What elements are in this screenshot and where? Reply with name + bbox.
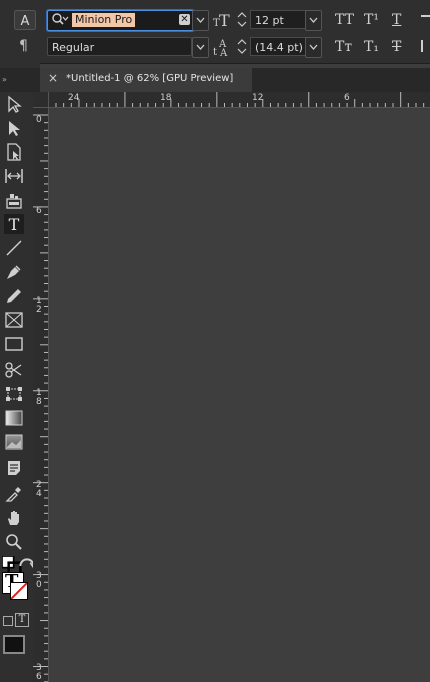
apply-container-icon[interactable] [3, 616, 13, 626]
ruler-label: 3 0 [36, 571, 42, 590]
font-style-dropdown-button[interactable] [192, 37, 209, 58]
default-colors-icon[interactable] [1, 555, 22, 576]
ruler-label: 12 [252, 93, 264, 103]
gradient-feather-tool-icon[interactable] [4, 432, 24, 452]
line-tool-icon[interactable] [4, 238, 24, 258]
ruler-label: 2 4 [36, 480, 42, 499]
font-family-value[interactable]: Minion Pro [72, 13, 136, 27]
content-collector-icon[interactable] [4, 190, 24, 210]
note-tool-icon[interactable] [4, 458, 24, 478]
ruler-origin[interactable] [33, 92, 49, 108]
hand-tool-icon[interactable] [4, 508, 24, 528]
ruler-label: 6 [36, 206, 42, 216]
subscript-button[interactable]: T₁ [364, 39, 379, 55]
scissors-tool-icon[interactable] [4, 360, 24, 380]
vertical-ruler[interactable]: 0 6 1 2 1 8 2 4 3 0 3 6 [33, 107, 49, 682]
pen-tool-icon[interactable] [4, 262, 24, 282]
chevron-down-icon [196, 44, 205, 50]
document-canvas[interactable] [49, 108, 430, 682]
tab-close-button[interactable]: × [48, 71, 58, 85]
svg-text:»: » [2, 75, 7, 83]
screen-mode-icon[interactable] [3, 635, 25, 654]
horizontal-ruler[interactable]: 24 18 12 6 [33, 92, 430, 108]
free-transform-tool-icon[interactable] [4, 384, 24, 404]
svg-text:A: A [219, 48, 228, 57]
type-tool-icon[interactable]: T [4, 214, 24, 234]
page-tool-icon[interactable] [4, 142, 24, 162]
ruler-label: 1 2 [36, 296, 42, 315]
apply-text-button[interactable]: T [15, 613, 29, 627]
swap-arrows-icon[interactable] [17, 556, 38, 570]
rectangle-frame-tool-icon[interactable] [4, 310, 24, 330]
all-caps-button[interactable]: TT [335, 12, 354, 28]
chevron-down-icon [309, 17, 318, 23]
font-family-dropdown-button[interactable] [192, 10, 209, 31]
gap-tool-icon[interactable] [4, 166, 24, 186]
svg-text:A: A [21, 14, 30, 29]
font-family-field[interactable]: Minion Pro ✕ [47, 10, 194, 31]
paragraph-formatting-icon[interactable]: ¶ [19, 38, 28, 54]
ruler-label: 24 [68, 93, 80, 103]
strikethrough-button[interactable]: T [392, 39, 401, 55]
font-size-dropdown-button[interactable] [305, 10, 322, 31]
selection-tool-icon[interactable] [4, 94, 24, 114]
ruler-label: 0 [36, 115, 42, 125]
ruler-label: 6 [344, 93, 350, 103]
stroke-swatch[interactable] [10, 582, 28, 600]
zoom-tool-icon[interactable] [4, 532, 24, 552]
small-caps-button[interactable]: Tт [335, 39, 352, 55]
character-formatting-icon[interactable]: A [14, 10, 36, 30]
leading-dropdown-button[interactable] [305, 37, 322, 58]
font-size-stepper[interactable] [236, 10, 248, 29]
gradient-swatch-tool-icon[interactable] [4, 408, 24, 428]
eyedropper-tool-icon[interactable] [4, 484, 24, 504]
collapse-toolbar-icon[interactable]: » [0, 68, 33, 84]
direct-selection-tool-icon[interactable] [4, 118, 24, 138]
chevron-down-icon [309, 44, 318, 50]
svg-text:T: T [219, 11, 230, 29]
font-size-field[interactable]: 12 pt [250, 10, 306, 29]
ruler-label: 1 8 [36, 388, 42, 407]
tools-panel: T T [0, 92, 38, 682]
pencil-tool-icon[interactable] [4, 286, 24, 306]
overflow-indicator [421, 15, 430, 17]
chevron-down-icon [196, 17, 205, 23]
document-tab-title: *Untitled-1 @ 62% [GPU Preview] [66, 73, 234, 84]
superscript-button[interactable]: T¹ [364, 12, 379, 28]
leading-stepper[interactable] [236, 37, 248, 56]
ruler-label: 3 6 [36, 663, 42, 682]
overflow-indicator-2 [421, 40, 430, 52]
leading-icon: tAA [213, 37, 233, 61]
search-icon[interactable] [51, 12, 69, 28]
clear-icon[interactable]: ✕ [179, 14, 190, 25]
leading-field[interactable]: (14.4 pt) [250, 37, 306, 56]
ruler-label: 18 [160, 93, 172, 103]
svg-text:T: T [9, 215, 20, 234]
svg-text:t: t [213, 47, 217, 57]
underline-button[interactable]: T [392, 12, 401, 28]
rectangle-tool-icon[interactable] [4, 334, 24, 354]
font-size-icon: TT [213, 11, 233, 33]
font-style-field[interactable]: Regular [47, 37, 192, 56]
